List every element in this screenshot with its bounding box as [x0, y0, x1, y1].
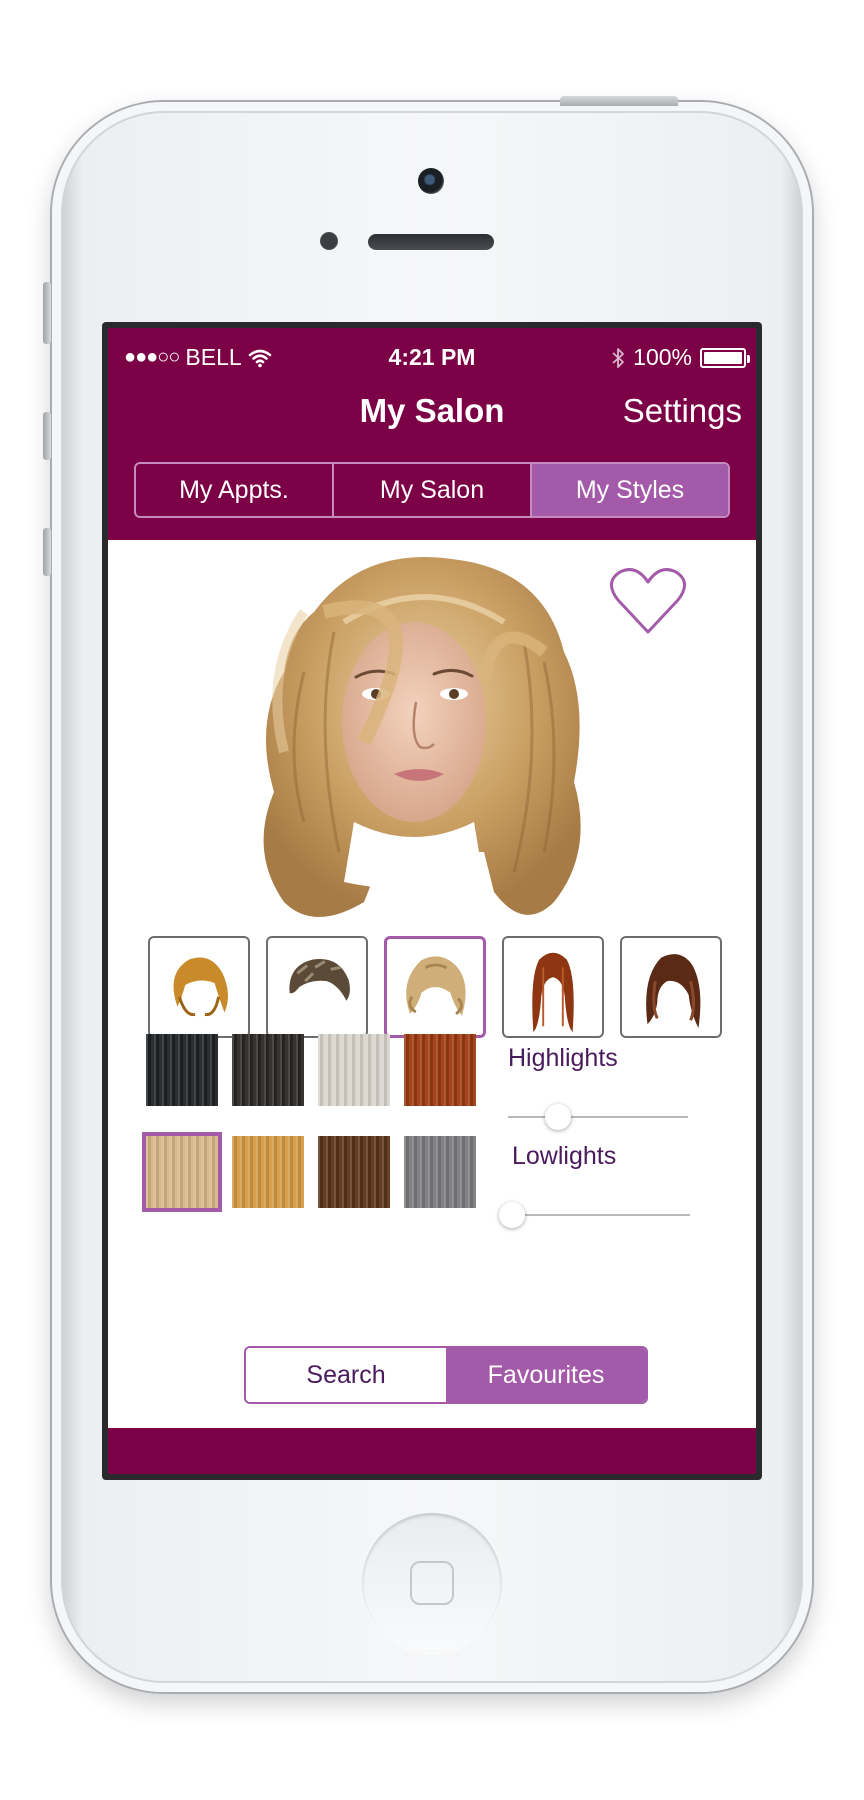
color-swatch-soft-black[interactable] — [232, 1034, 304, 1106]
color-swatch-honey-blonde[interactable] — [142, 1132, 222, 1212]
home-button[interactable] — [362, 1513, 502, 1653]
footer-bar — [108, 1428, 756, 1474]
header-bar: ●●●○○ BELL 4:21 PM 100% My Salon Setting… — [108, 328, 756, 540]
color-swatch-golden-blonde[interactable] — [232, 1136, 304, 1208]
hairstyle-picker — [148, 936, 722, 1040]
earpiece-speaker — [368, 234, 494, 250]
home-square-icon — [410, 1561, 454, 1605]
style-preview-portrait — [263, 556, 581, 917]
lowlights-slider-thumb[interactable] — [498, 1202, 525, 1228]
settings-button[interactable]: Settings — [623, 392, 742, 430]
long-auburn-hair-icon — [532, 952, 574, 1033]
search-tab[interactable]: Search — [246, 1348, 446, 1402]
mute-switch — [43, 282, 51, 344]
main-tabs: My Appts. My Salon My Styles — [134, 462, 730, 518]
color-swatch-platinum[interactable] — [318, 1034, 390, 1106]
highlights-slider-thumb[interactable] — [545, 1104, 572, 1130]
battery-tip — [747, 354, 750, 363]
color-swatch-copper-red[interactable] — [404, 1034, 476, 1106]
front-camera — [418, 168, 444, 194]
color-swatch-ash-grey[interactable] — [404, 1136, 476, 1208]
status-bar: ●●●○○ BELL 4:21 PM 100% — [108, 338, 756, 374]
hairstyle-thumb-golden-bob[interactable] — [148, 936, 250, 1038]
golden-bob-hair-icon — [173, 957, 228, 1017]
app-view: ●●●○○ BELL 4:21 PM 100% My Salon Setting… — [108, 328, 756, 1474]
search-favourites-toggle: Search Favourites — [244, 1346, 648, 1404]
battery-icon — [700, 347, 750, 368]
hairstyle-thumb-curly-blonde[interactable] — [384, 936, 486, 1038]
battery-level — [704, 351, 742, 364]
proximity-sensor — [320, 232, 338, 250]
color-swatch-jet-black[interactable] — [146, 1034, 218, 1106]
lowlights-slider-track[interactable] — [508, 1214, 690, 1216]
phone-screen: ●●●○○ BELL 4:21 PM 100% My Salon Setting… — [102, 322, 762, 1480]
heart-outline-icon[interactable] — [608, 566, 688, 638]
power-button — [560, 96, 678, 106]
highlights-slider-track[interactable] — [508, 1116, 688, 1118]
hairstyle-thumb-long-layered[interactable] — [620, 936, 722, 1038]
color-swatch-chestnut-brown[interactable] — [318, 1136, 390, 1208]
short-textured-hair-icon — [289, 959, 350, 1001]
tab-my-salon[interactable]: My Salon — [332, 464, 530, 516]
volume-up-button — [43, 412, 51, 460]
battery-percent: 100% — [633, 344, 692, 370]
tab-my-appts[interactable]: My Appts. — [136, 464, 332, 516]
hairstyle-thumb-long-auburn[interactable] — [502, 936, 604, 1038]
status-right: 100% — [611, 344, 750, 371]
long-layered-hair-icon — [646, 954, 701, 1029]
volume-down-button — [43, 528, 51, 576]
bluetooth-icon — [612, 347, 625, 368]
curly-blonde-hair-icon — [406, 956, 466, 1016]
tab-my-styles[interactable]: My Styles — [530, 464, 728, 516]
hairstyle-thumb-short-textured[interactable] — [266, 936, 368, 1038]
favourites-tab[interactable]: Favourites — [446, 1348, 646, 1402]
highlights-label: Highlights — [508, 1044, 618, 1072]
lowlights-label: Lowlights — [512, 1142, 617, 1170]
